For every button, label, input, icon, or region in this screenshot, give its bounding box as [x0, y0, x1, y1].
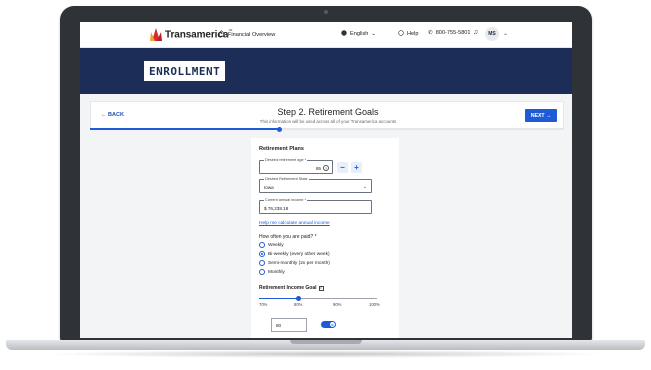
account-chevron-down-icon[interactable]: ⌄: [503, 30, 508, 37]
language-selector[interactable]: English ⌄: [341, 30, 376, 38]
minus-icon: −: [340, 163, 345, 172]
annual-income-field[interactable]: Current annual income * $ 76,238.18: [259, 198, 372, 214]
percent-toggle[interactable]: %: [321, 321, 336, 328]
language-label: English: [350, 31, 369, 37]
chevron-down-icon: ⌄: [371, 31, 377, 37]
nav-financial-overview[interactable]: Financial Overview: [217, 30, 276, 39]
radio-button-selected[interactable]: [259, 251, 265, 257]
bell-icon[interactable]: ♫: [473, 29, 478, 36]
pay-frequency-question: How often you are paid? *: [259, 234, 317, 240]
progress-marker: [277, 126, 283, 132]
enrollment-hero: ENROLLMENT: [80, 48, 572, 94]
radio-button[interactable]: [259, 242, 265, 248]
pay-option-label: Bi-weekly (every other week): [268, 251, 330, 257]
step-header: ← BACK Step 2. Retirement Goals This inf…: [90, 101, 564, 129]
retirement-plans-form: Retirement Plans Desired retirement age …: [251, 138, 399, 338]
pay-option-label: Monthly: [268, 269, 285, 275]
nav-financial-overview-label: Financial Overview: [228, 31, 276, 38]
laptop-notch: [290, 340, 362, 344]
retirement-state-select[interactable]: Desired Retirement State Iowa ⌄: [259, 177, 372, 193]
retirement-age-field[interactable]: Desired retirement age * 65 ?: [259, 158, 333, 174]
progress-fill: [90, 128, 280, 130]
income-goal-slider[interactable]: [259, 295, 377, 301]
phone-icon: ✆: [428, 30, 433, 36]
radio-button[interactable]: [259, 260, 265, 266]
calculate-income-link[interactable]: Help me calculate annual income: [259, 221, 330, 226]
pay-option-label: Semi-monthly (2x per month): [268, 260, 330, 266]
increase-age-button[interactable]: +: [351, 162, 362, 173]
annual-income-value: $ 76,238.18: [264, 206, 289, 211]
slider-tick-label: 90%: [333, 302, 342, 307]
retirement-state-label: Desired Retirement State: [264, 177, 309, 182]
phone-number: 800-755-5801: [435, 30, 471, 36]
retirement-age-label: Desired retirement age *: [264, 158, 308, 163]
pay-option-semimonthly[interactable]: Semi-monthly (2x per month): [259, 260, 330, 266]
help-label: Help: [407, 31, 419, 37]
globe-icon: [341, 30, 347, 38]
slider-tick-label: 100%: [369, 302, 380, 307]
laptop-screen: Transamerica℠ Financial Overview English…: [80, 22, 572, 338]
info-icon[interactable]: i: [318, 285, 324, 291]
chevron-down-icon: ⌄: [362, 184, 367, 190]
help-link[interactable]: Help: [398, 30, 419, 38]
section-title: Retirement Plans: [259, 146, 304, 152]
slider-tick-label: 80%: [294, 302, 303, 307]
home-icon: [217, 30, 226, 39]
income-goal-title: Retirement Income Goal i: [259, 285, 324, 291]
slider-fill: [259, 298, 299, 300]
pay-option-monthly[interactable]: Monthly: [259, 269, 285, 275]
question-circle-icon: [398, 30, 404, 38]
step-subtitle: This information will be used across all…: [259, 119, 397, 124]
top-nav: Transamerica℠ Financial Overview English…: [80, 22, 572, 48]
next-button[interactable]: NEXT →: [525, 109, 557, 122]
toggle-knob: %: [330, 322, 335, 327]
step-title: Step 2. Retirement Goals: [277, 107, 379, 117]
slider-handle[interactable]: [295, 295, 301, 301]
pay-option-biweekly[interactable]: Bi-weekly (every other week): [259, 251, 330, 257]
laptop-shadow: [40, 350, 611, 358]
page-title: ENROLLMENT: [144, 61, 226, 81]
decrease-age-button[interactable]: −: [337, 162, 348, 173]
phone-link[interactable]: ✆ 800-755-5801: [428, 30, 471, 36]
retirement-age-value: 65: [315, 166, 321, 171]
avatar[interactable]: MS: [485, 27, 499, 41]
transamerica-pyramid-icon: [150, 28, 162, 41]
income-goal-label: Retirement Income Goal: [259, 285, 317, 291]
pay-option-weekly[interactable]: Weekly: [259, 242, 284, 248]
progress-bar: [90, 126, 564, 132]
slider-tick-label: 70%: [259, 302, 268, 307]
annual-income-label: Current annual income *: [264, 198, 307, 203]
income-goal-input[interactable]: 80: [271, 318, 307, 332]
radio-button[interactable]: [259, 269, 265, 275]
webcam: [324, 10, 328, 14]
plus-icon: +: [354, 163, 359, 172]
laptop-scene: Transamerica℠ Financial Overview English…: [0, 0, 651, 370]
pay-option-label: Weekly: [268, 242, 284, 248]
help-circle-icon[interactable]: ?: [323, 165, 329, 171]
retirement-state-value: Iowa: [264, 185, 274, 190]
